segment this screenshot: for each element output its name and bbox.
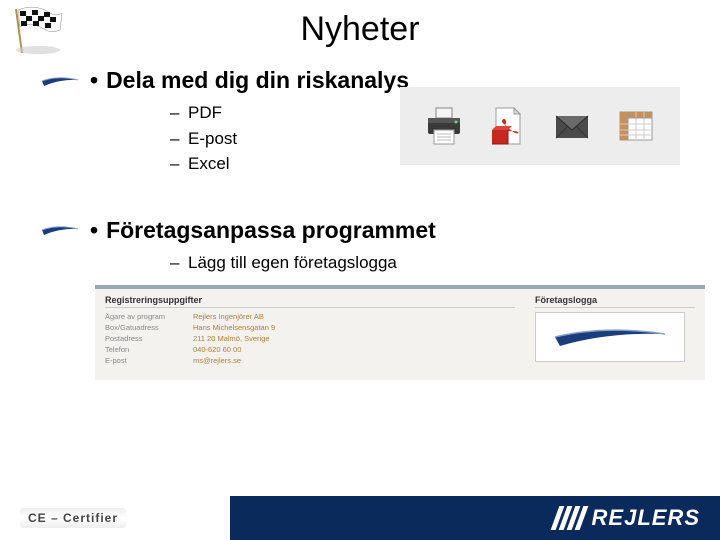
sub-item: –Lägg till egen företagslogga <box>170 250 680 276</box>
export-icon-bar <box>400 87 680 165</box>
checkered-flag-icon <box>10 5 70 55</box>
company-logo-preview <box>535 312 685 362</box>
rejlers-logo-text: REJLERS <box>592 505 700 531</box>
swoosh-icon <box>40 73 80 89</box>
ce-certifier-logo: CE – Certifier <box>20 508 126 528</box>
bullet-1-text: Dela med dig din riskanalys <box>106 67 409 93</box>
page-title: Nyheter <box>0 0 720 49</box>
swoosh-icon <box>40 222 80 238</box>
bullet-2-text: Företagsanpassa programmet <box>106 217 436 243</box>
rejlers-stripes-icon <box>555 506 584 530</box>
mail-icon <box>550 104 594 148</box>
bullet-main-2: •Företagsanpassa programmet <box>90 217 436 244</box>
excel-icon <box>614 104 658 148</box>
print-icon <box>422 104 466 148</box>
registration-form-preview: Registreringsuppgifter Ägare av programR… <box>95 285 705 380</box>
bullet-main-1: •Dela med dig din riskanalys <box>90 67 409 94</box>
pdf-icon <box>486 104 530 148</box>
form-heading-left: Registreringsuppgifter <box>105 295 515 308</box>
footer: CE – Certifier REJLERS <box>0 496 720 540</box>
form-heading-right: Företagslogga <box>535 295 695 308</box>
